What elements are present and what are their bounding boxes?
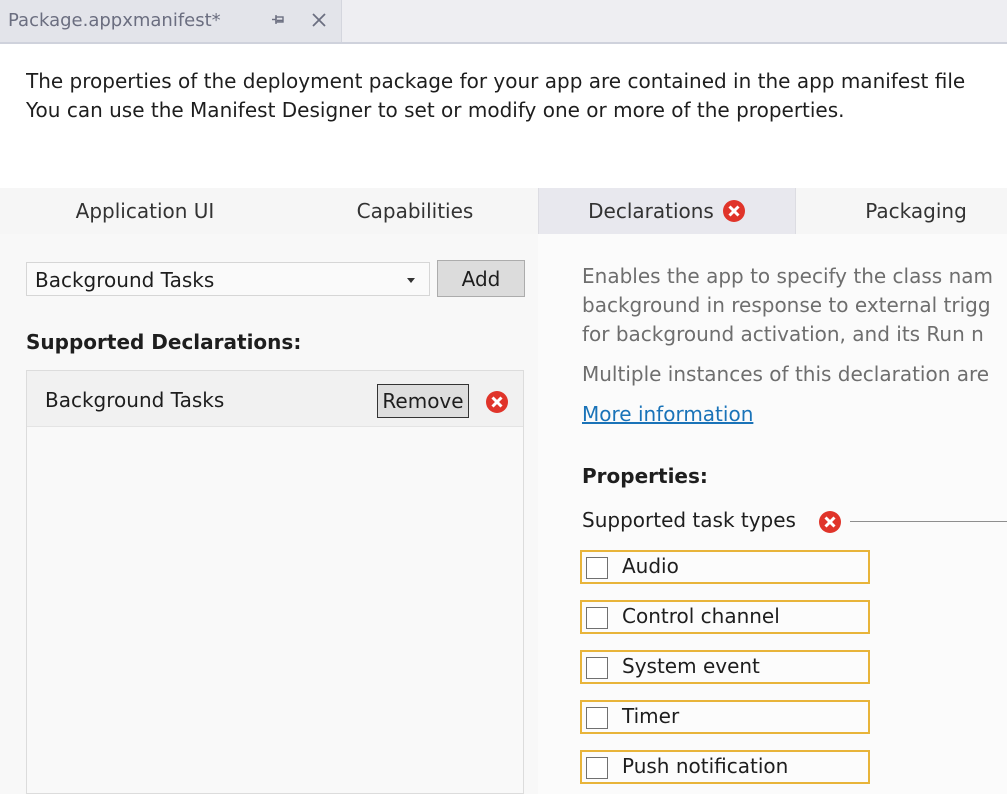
error-icon — [722, 200, 745, 222]
document-tab-strip: Package.appxmanifest* — [0, 0, 1007, 44]
declaration-label: Background Tasks — [45, 388, 225, 412]
intro-text: The properties of the deployment package… — [26, 67, 1007, 125]
intro-line-2: You can use the Manifest Designer to set… — [26, 98, 845, 122]
close-icon[interactable] — [309, 10, 329, 30]
pin-icon[interactable] — [272, 12, 288, 28]
available-declarations-dropdown[interactable]: Background Tasks — [26, 262, 430, 296]
properties-heading: Properties: — [582, 464, 708, 488]
error-icon — [819, 511, 841, 533]
tab-capabilities-label: Capabilities — [356, 199, 474, 223]
task-type-push-notification[interactable]: Push notification — [580, 750, 870, 784]
list-item[interactable]: Background Tasks Remove — [27, 371, 523, 427]
error-icon — [486, 391, 508, 413]
document-tab-title: Package.appxmanifest* — [8, 10, 221, 31]
checkbox[interactable] — [586, 707, 608, 729]
supported-declarations-heading: Supported Declarations: — [26, 330, 302, 354]
document-tab[interactable]: Package.appxmanifest* — [0, 0, 342, 42]
checkbox[interactable] — [586, 607, 608, 629]
intro-line-1: The properties of the deployment package… — [26, 69, 966, 93]
task-type-audio[interactable]: Audio — [580, 550, 870, 584]
task-type-timer[interactable]: Timer — [580, 700, 870, 734]
description-line-1: Enables the app to specify the class nam — [582, 264, 993, 288]
chevron-down-icon — [407, 278, 415, 283]
description-line-3: for background activation, and its Run n — [582, 322, 984, 346]
tab-declarations-label: Declarations — [588, 199, 714, 223]
checkbox[interactable] — [586, 657, 608, 679]
remove-button[interactable]: Remove — [377, 384, 469, 418]
tab-packaging[interactable]: Packaging — [796, 188, 1007, 234]
multiple-instances-note: Multiple instances of this declaration a… — [582, 362, 990, 386]
manifest-tabs: Application UI Capabilities Declarations… — [0, 188, 1007, 234]
group-divider — [850, 521, 1007, 522]
more-information-link[interactable]: More information — [582, 402, 753, 426]
tab-application-ui-label: Application UI — [75, 199, 215, 223]
task-type-control-channel[interactable]: Control channel — [580, 600, 870, 634]
tab-application-ui[interactable]: Application UI — [0, 188, 290, 234]
task-type-label: Timer — [622, 704, 680, 728]
checkbox[interactable] — [586, 757, 608, 779]
checkbox[interactable] — [586, 557, 608, 579]
add-button[interactable]: Add — [437, 260, 525, 297]
tab-declarations[interactable]: Declarations — [538, 188, 796, 234]
declaration-description: Enables the app to specify the class nam… — [582, 262, 1007, 349]
task-type-system-event[interactable]: System event — [580, 650, 870, 684]
task-type-label: System event — [622, 654, 760, 678]
tab-packaging-label: Packaging — [865, 199, 967, 223]
tab-capabilities[interactable]: Capabilities — [290, 188, 540, 234]
supported-declarations-list: Background Tasks Remove — [26, 370, 524, 794]
description-line-2: background in response to external trigg — [582, 293, 991, 317]
task-type-label: Control channel — [622, 604, 780, 628]
task-type-label: Push notification — [622, 754, 789, 778]
supported-task-types-label: Supported task types — [582, 508, 796, 532]
task-type-label: Audio — [622, 554, 679, 578]
dropdown-selected-value: Background Tasks — [35, 268, 215, 292]
